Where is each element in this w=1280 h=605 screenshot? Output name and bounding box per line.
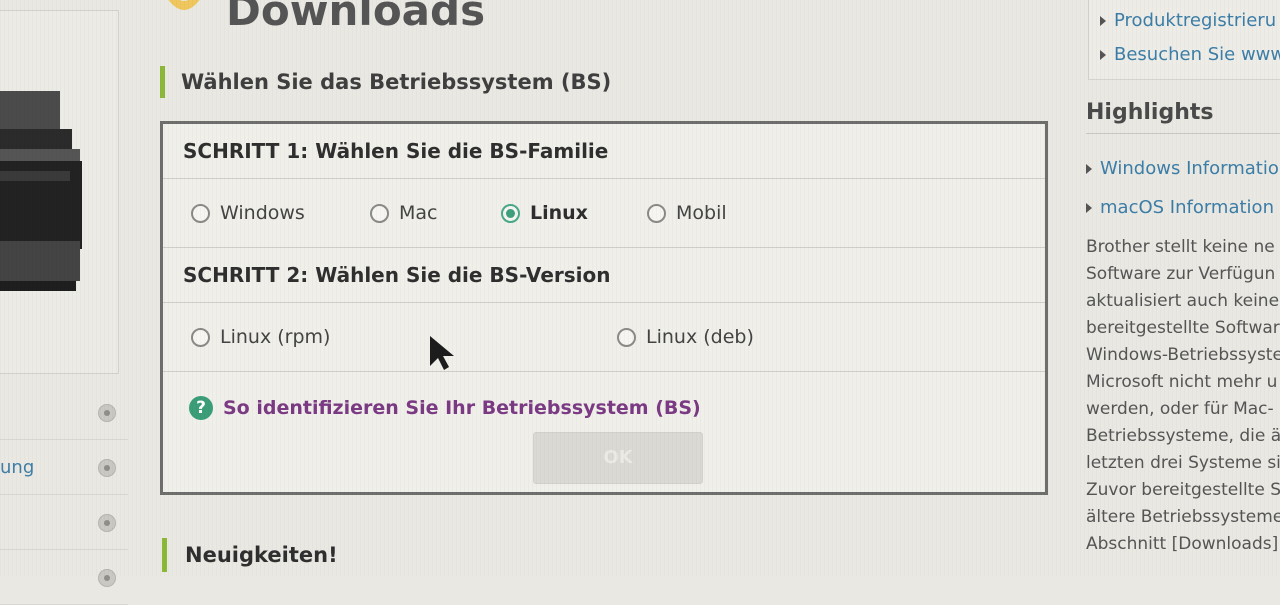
windows-information-link[interactable]: Windows Informatio bbox=[1086, 158, 1279, 179]
printer-image bbox=[0, 91, 82, 291]
os-version-options: Linux (rpm) Linux (deb) bbox=[163, 303, 1045, 372]
product-registration-link[interactable]: Produktregistrieru bbox=[1100, 10, 1276, 31]
left-menu-item[interactable] bbox=[0, 550, 128, 605]
text-line: bereitgestellte Softwar bbox=[1086, 318, 1280, 338]
radio-linux[interactable]: Linux bbox=[501, 201, 588, 225]
radio-mobil[interactable]: Mobil bbox=[647, 201, 727, 225]
windows-information-link-text: Windows Informatio bbox=[1100, 158, 1279, 179]
radio-label-linux-rpm: Linux (rpm) bbox=[220, 326, 331, 348]
os-section-title: Wählen Sie das Betriebssystem (BS) bbox=[160, 66, 611, 98]
mouse-cursor-icon bbox=[430, 336, 454, 370]
left-menu-item[interactable] bbox=[0, 495, 128, 550]
circle-arrow-icon bbox=[98, 459, 116, 477]
text-line: Zuvor bereitgestellte S bbox=[1086, 480, 1280, 500]
triangle-right-icon bbox=[1100, 15, 1106, 26]
download-arrow-icon bbox=[168, 0, 200, 10]
radio-label-linux-deb: Linux (deb) bbox=[646, 326, 754, 348]
left-menu: ung bbox=[0, 385, 128, 605]
radio-linux-deb[interactable]: Linux (deb) bbox=[617, 325, 754, 349]
visit-website-link[interactable]: Besuchen Sie www bbox=[1100, 44, 1280, 65]
triangle-right-icon bbox=[1100, 49, 1106, 60]
text-line: werden, oder für Mac- bbox=[1086, 399, 1274, 419]
radio-label-mobil: Mobil bbox=[676, 202, 727, 224]
text-line: Windows-Betriebssyste bbox=[1086, 345, 1280, 365]
identify-os-link-text: So identifizieren Sie Ihr Betriebssystem… bbox=[223, 397, 701, 419]
radio-button[interactable] bbox=[191, 203, 210, 223]
radio-button-checked[interactable] bbox=[501, 203, 520, 223]
radio-button[interactable] bbox=[370, 203, 389, 223]
text-line: Software zur Verfügun bbox=[1086, 264, 1276, 284]
question-icon: ? bbox=[189, 396, 213, 420]
news-title: Neuigkeiten! bbox=[162, 538, 338, 572]
text-line: letzten drei Systeme si bbox=[1086, 453, 1280, 473]
radio-button[interactable] bbox=[191, 327, 210, 347]
highlights-description: Brother stellt keine ne Software zur Ver… bbox=[1086, 234, 1280, 558]
left-menu-item-label: ung bbox=[0, 456, 35, 478]
triangle-right-icon bbox=[1086, 202, 1092, 213]
left-sidebar: ung bbox=[0, 0, 128, 605]
left-menu-item[interactable]: ung bbox=[0, 440, 128, 495]
product-registration-link-text: Produktregistrieru bbox=[1114, 10, 1277, 31]
radio-label-linux: Linux bbox=[530, 202, 588, 224]
highlights-title: Highlights bbox=[1086, 100, 1280, 134]
radio-windows[interactable]: Windows bbox=[191, 201, 305, 225]
product-image-box bbox=[0, 10, 119, 374]
page-title: Downloads bbox=[226, 0, 486, 35]
os-selection-panel: SCHRITT 1: Wählen Sie die BS-Familie Win… bbox=[160, 121, 1048, 495]
radio-label-windows: Windows bbox=[220, 202, 305, 224]
text-line: ältere Betriebssysteme bbox=[1086, 507, 1280, 527]
left-menu-item[interactable] bbox=[0, 385, 128, 440]
macos-information-link-text: macOS Information bbox=[1100, 197, 1274, 218]
step2-title: SCHRITT 2: Wählen Sie die BS-Version bbox=[163, 248, 1045, 303]
circle-arrow-icon bbox=[98, 569, 116, 587]
radio-linux-rpm[interactable]: Linux (rpm) bbox=[191, 325, 330, 349]
text-line: Brother stellt keine ne bbox=[1086, 237, 1275, 257]
triangle-right-icon bbox=[1086, 163, 1092, 174]
radio-button[interactable] bbox=[617, 327, 636, 347]
radio-label-mac: Mac bbox=[399, 202, 438, 224]
os-family-options: Windows Mac Linux Mobil bbox=[163, 179, 1045, 248]
text-line: Abschnitt [Downloads] bbox=[1086, 534, 1279, 554]
radio-button[interactable] bbox=[647, 203, 666, 223]
text-line: aktualisiert auch keine bbox=[1086, 291, 1280, 311]
visit-website-link-text: Besuchen Sie www bbox=[1114, 44, 1280, 65]
macos-information-link[interactable]: macOS Information bbox=[1086, 197, 1274, 218]
ok-button[interactable]: OK bbox=[533, 432, 703, 484]
radio-mac[interactable]: Mac bbox=[370, 201, 437, 225]
identify-os-link[interactable]: ? So identifizieren Sie Ihr Betriebssyst… bbox=[189, 396, 701, 420]
circle-arrow-icon bbox=[98, 514, 116, 532]
step1-title: SCHRITT 1: Wählen Sie die BS-Familie bbox=[163, 124, 1045, 179]
text-line: Betriebssysteme, die ä bbox=[1086, 426, 1280, 446]
text-line: Microsoft nicht mehr u bbox=[1086, 372, 1278, 392]
circle-arrow-icon bbox=[98, 404, 116, 422]
